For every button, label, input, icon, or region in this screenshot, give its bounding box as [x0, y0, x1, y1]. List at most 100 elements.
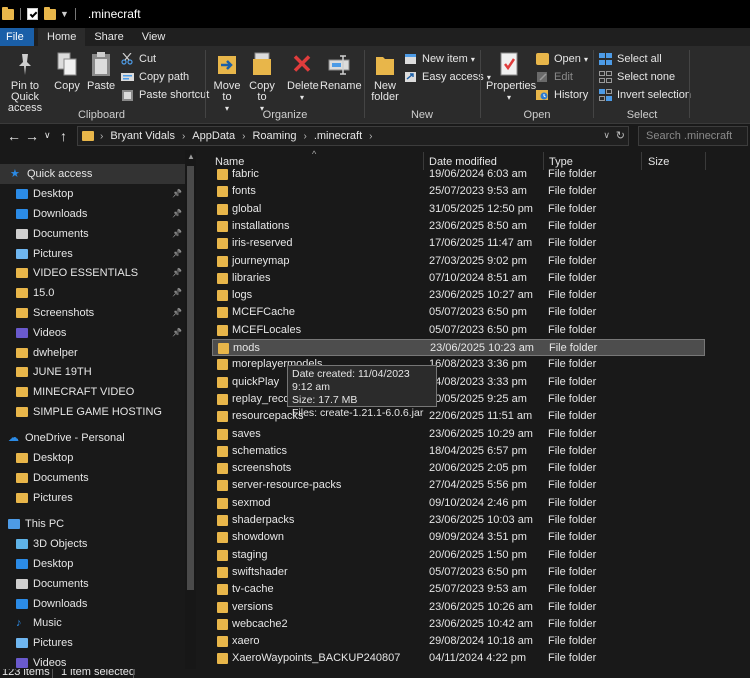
file-row-installations[interactable]: installations 23/06/2025 8:50 am File fold… — [212, 218, 705, 235]
quick-access-toolbar-dropdown-icon[interactable]: ▼ — [60, 9, 69, 19]
file-row-quickplay[interactable]: quickPlay 14/08/2023 3:33 pm File folder — [212, 374, 705, 391]
sidebar-item-video-essentials[interactable]: VIDEO ESSENTIALS 📌 — [0, 263, 185, 283]
file-row-global[interactable]: global 31/05/2025 12:50 pm File folder — [212, 201, 705, 218]
file-row-staging[interactable]: staging 20/06/2025 1:50 pm File folder — [212, 547, 705, 564]
file-row-fonts[interactable]: fonts 25/07/2023 9:53 am File folder — [212, 183, 705, 200]
file-row-xaero[interactable]: xaero 29/08/2024 10:18 am File folder — [212, 633, 705, 650]
sidebar-item-quick-access[interactable]: ★ Quick access — [0, 164, 185, 184]
sidebar-item-documents[interactable]: Documents — [0, 574, 185, 594]
properties-button[interactable]: Properties ▾ — [486, 50, 536, 103]
sidebar-item-downloads[interactable]: Downloads 📌 — [0, 204, 185, 224]
sidebar-item-videos[interactable]: Videos — [0, 653, 185, 669]
tab-file[interactable]: File — [0, 28, 34, 46]
paste-shortcut-button[interactable]: Paste shortcut — [121, 87, 209, 103]
sidebar-item-screenshots[interactable]: Screenshots 📌 — [0, 303, 185, 323]
breadcrumb-user[interactable]: Bryant Vidals — [110, 130, 175, 142]
back-arrow-icon[interactable]: ← — [7, 128, 21, 144]
breadcrumb-appdata[interactable]: AppData — [192, 130, 235, 142]
file-row-replay-recordings[interactable]: replay_recordings 10/05/2025 9:25 am File … — [212, 391, 705, 408]
properties-checkmark-icon[interactable] — [27, 8, 38, 20]
navigation-pane-scrollbar[interactable]: ▲ — [185, 150, 196, 669]
file-row-shaderpacks[interactable]: shaderpacks 23/06/2025 10:03 am File folde… — [212, 512, 705, 529]
file-row-webcache2[interactable]: webcache2 23/06/2025 10:42 am File folder — [212, 616, 705, 633]
breadcrumb-minecraft[interactable]: .minecraft — [314, 130, 362, 142]
cut-button[interactable]: Cut — [121, 51, 156, 67]
select-none-button[interactable]: Select none — [599, 69, 675, 85]
file-row-versions[interactable]: versions 23/06/2025 10:26 am File folder — [212, 599, 705, 616]
breadcrumb-chevron-icon[interactable]: › — [369, 131, 372, 142]
file-row-moreplayermodels[interactable]: moreplayermodels 16/08/2023 3:36 pm File f… — [212, 356, 705, 373]
select-all-button[interactable]: Select all — [599, 51, 662, 67]
forward-arrow-icon[interactable]: → — [25, 128, 39, 144]
sidebar-item-dwhelper[interactable]: dwhelper — [0, 343, 185, 363]
tab-view[interactable]: View — [133, 28, 175, 46]
sidebar-item-desktop[interactable]: Desktop 📌 — [0, 184, 185, 204]
sidebar-item-pictures[interactable]: Pictures — [0, 488, 185, 508]
breadcrumb-chevron-icon[interactable]: › — [182, 131, 185, 142]
delete-button[interactable]: ✕ Delete ▾ — [287, 50, 319, 103]
sidebar-item-simple-game-hosting[interactable]: SIMPLE GAME HOSTING — [0, 402, 185, 422]
file-row-mceflocales[interactable]: MCEFLocales 05/07/2023 6:50 pm File folder — [212, 322, 705, 339]
sidebar-item-documents[interactable]: Documents — [0, 468, 185, 488]
file-row-fabric[interactable]: fabric 19/06/2024 6:03 am File folder — [212, 166, 705, 183]
breadcrumb-chevron-icon[interactable]: › — [242, 131, 245, 142]
address-dropdown-icon[interactable]: ∨ — [603, 130, 610, 141]
file-row-logs[interactable]: logs 23/06/2025 10:27 am File folder — [212, 287, 705, 304]
copy-path-button[interactable]: Copy path — [121, 69, 189, 85]
sidebar-item-desktop[interactable]: Desktop — [0, 448, 185, 468]
file-row-resourcepacks[interactable]: resourcepacks 22/06/2025 11:51 am File fol… — [212, 408, 705, 425]
address-bar[interactable]: › Bryant Vidals › AppData › Roaming › .m… — [77, 126, 629, 146]
invert-selection-button[interactable]: Invert selection — [599, 87, 691, 103]
sidebar-item-videos[interactable]: Videos 📌 — [0, 323, 185, 343]
file-row-server-resource-packs[interactable]: server-resource-packs 27/04/2025 5:56 pm F… — [212, 477, 705, 494]
file-row-schematics[interactable]: schematics 18/04/2025 6:57 pm File folder — [212, 443, 705, 460]
file-row-xaerowaypoints-backup240807[interactable]: XaeroWaypoints_BACKUP240807 04/11/2024 4:… — [212, 650, 705, 667]
breadcrumb-roaming[interactable]: Roaming — [252, 130, 296, 142]
column-divider[interactable] — [705, 152, 706, 170]
file-row-showdown[interactable]: showdown 09/09/2024 3:51 pm File folder — [212, 529, 705, 546]
sidebar-item-downloads[interactable]: Downloads — [0, 594, 185, 614]
refresh-icon[interactable]: ↻ — [616, 129, 625, 142]
new-item-button[interactable]: New item ▾ — [404, 51, 475, 67]
breadcrumb-chevron-icon[interactable]: › — [100, 131, 103, 142]
sidebar-item-pictures[interactable]: Pictures 📌 — [0, 244, 185, 264]
easy-access-button[interactable]: Easy access ▾ — [404, 69, 491, 85]
sidebar-item-music[interactable]: ♪ Music — [0, 613, 185, 633]
sidebar-item-minecraft-video[interactable]: MINECRAFT VIDEO — [0, 382, 185, 402]
breadcrumb-chevron-icon[interactable]: › — [303, 131, 306, 142]
sidebar-item-desktop[interactable]: Desktop — [0, 554, 185, 574]
file-row-screenshots[interactable]: screenshots 20/06/2025 2:05 pm File folder — [212, 460, 705, 477]
paste-button[interactable]: Paste — [87, 50, 115, 92]
file-row-saves[interactable]: saves 23/06/2025 10:29 am File folder — [212, 426, 705, 443]
up-arrow-icon[interactable]: ↑ — [60, 128, 67, 144]
pin-to-quick-access-button[interactable]: Pin to Quick access — [0, 50, 50, 114]
sidebar-item-june-19th[interactable]: JUNE 19TH — [0, 362, 185, 382]
file-row-swiftshader[interactable]: swiftshader 05/07/2023 6:50 pm File folder — [212, 564, 705, 581]
open-button[interactable]: Open ▾ — [536, 51, 588, 67]
file-row-mods[interactable]: mods 23/06/2025 10:23 am File folder — [212, 339, 705, 356]
sidebar-item-this-pc[interactable]: This PC — [0, 514, 185, 534]
file-row-libraries[interactable]: libraries 07/10/2024 8:51 am File folder — [212, 270, 705, 287]
move-to-button[interactable]: Move to ▾ — [213, 50, 241, 114]
sidebar-item-onedrive-personal[interactable]: ☁ OneDrive - Personal — [0, 428, 185, 448]
new-folder-button[interactable]: New folder — [368, 50, 402, 103]
rename-button[interactable]: Rename — [320, 50, 362, 92]
scrollbar-thumb[interactable] — [187, 166, 194, 590]
tab-home[interactable]: Home — [38, 28, 86, 46]
sidebar-item-3d-objects[interactable]: 3D Objects — [0, 534, 185, 554]
file-row-mcefcache[interactable]: MCEFCache 05/07/2023 6:50 pm File folder — [212, 304, 705, 321]
recent-locations-chevron-icon[interactable]: ∨ — [44, 130, 51, 141]
edit-button[interactable]: Edit — [536, 69, 573, 85]
copy-button[interactable]: Copy — [54, 50, 80, 92]
tab-share[interactable]: Share — [85, 28, 132, 46]
file-row-tv-cache[interactable]: tv-cache 25/07/2023 9:53 am File folder — [212, 581, 705, 598]
copy-to-button[interactable]: Copy to ▾ — [247, 50, 277, 114]
search-input[interactable]: Search .minecraft — [638, 126, 748, 146]
sidebar-item-documents[interactable]: Documents 📌 — [0, 224, 185, 244]
file-row-journeymap[interactable]: journeymap 27/03/2025 9:02 pm File folder — [212, 253, 705, 270]
sidebar-item-pictures[interactable]: Pictures — [0, 633, 185, 653]
scroll-up-icon[interactable]: ▲ — [187, 152, 195, 161]
sidebar-item-15-0[interactable]: 15.0 📌 — [0, 283, 185, 303]
new-folder-icon[interactable] — [44, 6, 56, 20]
history-button[interactable]: History — [536, 87, 588, 103]
